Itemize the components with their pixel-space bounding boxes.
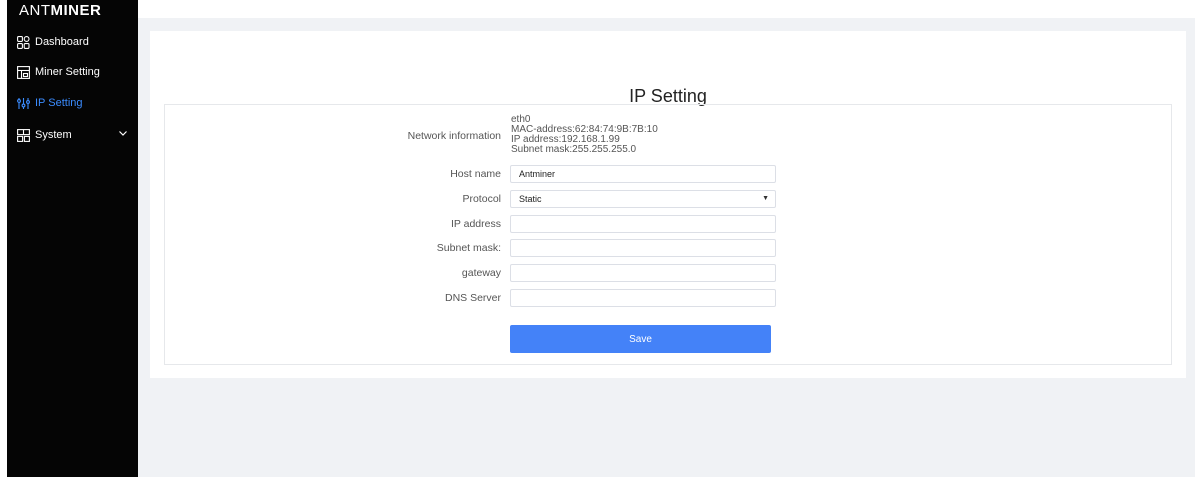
- dns-server-label: DNS Server: [444, 292, 501, 304]
- sidebar-item-dashboard[interactable]: Dashboard: [7, 31, 138, 53]
- network-information-value: eth0 MAC-address:62:84:74:9B:7B:10 IP ad…: [511, 115, 658, 155]
- gateway-label: gateway: [461, 267, 501, 279]
- brand-bold: MINER: [50, 2, 102, 19]
- host-name-input[interactable]: Antminer: [510, 165, 776, 183]
- subnet-mask-input[interactable]: [510, 239, 776, 257]
- host-name-label: Host name: [450, 168, 501, 180]
- protocol-selected-value: Static: [519, 194, 542, 204]
- sidebar-item-ip-setting[interactable]: IP Setting: [7, 92, 138, 114]
- dashboard-icon: [16, 35, 30, 49]
- sidebar-item-label: System: [35, 129, 72, 141]
- ip-setting-form: Network information eth0 MAC-address:62:…: [164, 104, 1172, 365]
- subnet-mask-label: Subnet mask:: [436, 242, 501, 254]
- sidebar-item-miner-setting[interactable]: Miner Setting: [7, 61, 138, 83]
- subnet-mask-info: Subnet mask:255.255.255.0: [511, 144, 637, 155]
- brand-logo: ANTMINER: [19, 2, 101, 19]
- save-button[interactable]: Save: [510, 325, 771, 353]
- gateway-input[interactable]: [510, 264, 776, 282]
- sidebar-item-system[interactable]: System: [7, 124, 138, 146]
- protocol-label: Protocol: [462, 193, 501, 205]
- sidebar-item-label: IP Setting: [35, 97, 83, 109]
- dropdown-arrow-icon: ▼: [762, 195, 769, 202]
- sidebar-item-label: Dashboard: [35, 36, 89, 48]
- protocol-select[interactable]: Static ▼: [510, 190, 776, 208]
- miner-setting-icon: [16, 65, 30, 79]
- dns-server-input[interactable]: [510, 289, 776, 307]
- ip-address-input[interactable]: [510, 215, 776, 233]
- top-bar: [138, 0, 1195, 18]
- network-information-label: Network information: [407, 130, 501, 142]
- sidebar: ANTMINER Dashboard Miner Setting IP Sett…: [7, 0, 138, 477]
- sidebar-item-label: Miner Setting: [35, 66, 100, 78]
- chevron-down-icon: [118, 128, 128, 141]
- ip-setting-panel: IP Setting Network information eth0 MAC-…: [150, 31, 1186, 378]
- ip-setting-icon: [16, 96, 30, 110]
- ip-address-label: IP address: [450, 218, 501, 230]
- system-icon: [16, 128, 30, 142]
- brand-light: ANT: [19, 2, 51, 19]
